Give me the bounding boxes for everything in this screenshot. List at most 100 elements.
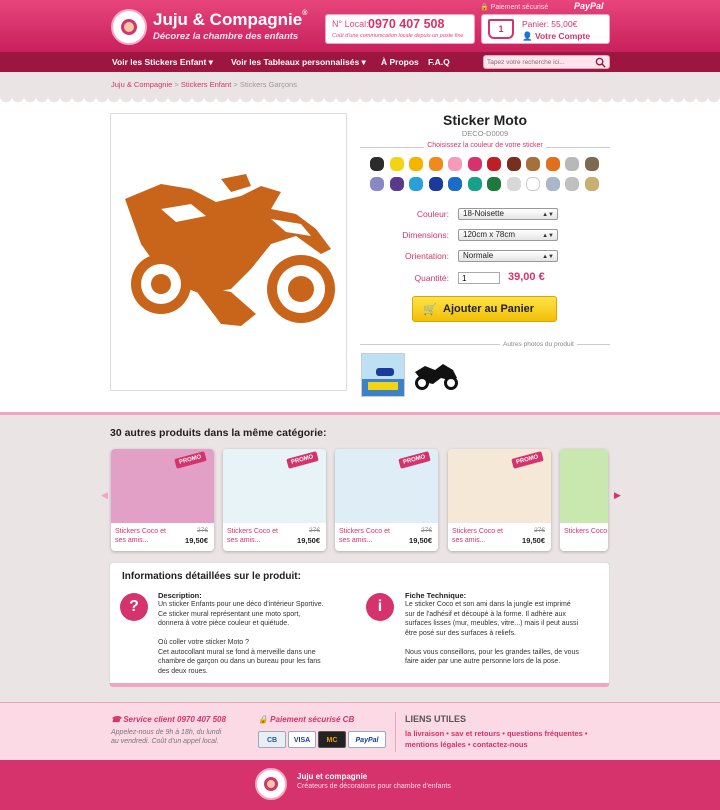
logo[interactable] — [111, 9, 147, 45]
add-to-cart-button[interactable]: 🛒 Ajouter au Panier — [412, 296, 557, 322]
thumbnail-moto-black[interactable] — [413, 358, 459, 392]
product-card-name[interactable]: Stickers Coco et ses amis... — [115, 527, 175, 545]
brand-name-text: Juju & Compagnie — [153, 10, 303, 29]
breadcrumb-sep: > — [231, 80, 240, 89]
phone-number[interactable]: 0970 407 508 — [368, 17, 444, 31]
cart-widget[interactable]: 1 Panier: 55,00€ 👤 Votre Compte — [481, 14, 610, 44]
cart-icon[interactable]: 1 — [488, 19, 514, 39]
nav-faq[interactable]: F.A.Q — [428, 57, 450, 67]
product-card[interactable]: PROMO Stickers Coco et ses amis... 27€ 1… — [111, 449, 214, 551]
product-card-name[interactable]: Stickers Coco et ses amis... — [339, 527, 399, 545]
product-card-price: 19,50€ — [297, 536, 320, 545]
product-card-name[interactable]: Stickers Coco et ses amis... — [452, 527, 512, 545]
product-card[interactable]: Stickers Coco — [560, 449, 608, 551]
breadcrumb-band — [0, 72, 720, 98]
product-ref: DECO-D0009 — [461, 129, 509, 138]
thumbnail-moto-mark — [376, 368, 394, 376]
product-card-name[interactable]: Stickers Coco — [564, 527, 608, 536]
account-link[interactable]: 👤 Votre Compte — [522, 31, 590, 42]
description-heading: Description: — [158, 591, 202, 600]
thumbnail-room[interactable] — [361, 353, 405, 397]
cart-icon: 🛒 — [423, 304, 437, 316]
color-swatch[interactable] — [506, 157, 521, 171]
product-price: 39,00 € — [508, 271, 545, 283]
color-swatch[interactable] — [565, 157, 579, 171]
color-swatch[interactable] — [584, 177, 599, 191]
product-card-old-price: 27€ — [309, 527, 320, 534]
chevron-updown-icon: ▲▼ — [542, 254, 554, 260]
product-card-price: 19,50€ — [522, 536, 545, 545]
breadcrumb-current: Stickers Garçons — [239, 80, 297, 89]
details-panel: Informations détaillées sur le produit: … — [109, 562, 610, 687]
paypal-icon: PayPal — [348, 731, 386, 748]
breadcrumb-stickers[interactable]: Stickers Enfant — [181, 80, 231, 89]
color-swatch[interactable] — [487, 157, 501, 171]
select-dimensions[interactable]: 120cm x 78cm ▲▼ — [458, 229, 558, 241]
product-card-price: 19,50€ — [409, 536, 432, 545]
color-swatch[interactable] — [448, 157, 462, 171]
mastercard-icon: MC — [318, 731, 346, 748]
color-swatch[interactable] — [389, 157, 404, 171]
tech-sheet-heading: Fiche Technique: — [405, 591, 467, 600]
product-card[interactable]: PROMO Stickers Coco et ses amis... 27€ 1… — [335, 449, 438, 551]
breadcrumb-sep: > — [172, 80, 181, 89]
brand-tagline: Décorez la chambre des enfants — [153, 31, 299, 42]
carousel-prev-icon[interactable]: ◀ — [101, 490, 108, 501]
nav-a-propos[interactable]: À Propos — [381, 57, 419, 67]
color-swatch[interactable] — [370, 177, 384, 191]
search-icon[interactable] — [595, 57, 606, 68]
customer-service-text: Appelez-nous de 9h à 18h, du lundi au ve… — [111, 729, 222, 745]
nav-tableaux[interactable]: Voir les Tableaux personnalisés ▾ — [231, 57, 366, 68]
color-swatch[interactable] — [467, 177, 482, 191]
product-card[interactable]: PROMO Stickers Coco et ses amis... 27€ 1… — [223, 449, 326, 551]
option-label-dimensions: Dimensions: — [402, 230, 449, 240]
color-swatch[interactable] — [526, 177, 540, 191]
search-box — [483, 55, 610, 69]
color-swatch[interactable] — [545, 157, 560, 171]
color-swatch[interactable] — [448, 177, 462, 191]
color-swatch[interactable] — [584, 157, 599, 171]
chevron-updown-icon: ▲▼ — [542, 233, 554, 239]
select-couleur-value: 18-Noisette — [463, 209, 504, 218]
color-swatch[interactable] — [487, 177, 501, 191]
description-text: Un sticker Enfants pour une déco d'intér… — [158, 601, 324, 675]
carousel-next-icon[interactable]: ▶ — [614, 490, 621, 501]
product-image[interactable] — [110, 113, 347, 391]
other-photos-label: Autres photos du produit — [500, 341, 577, 348]
select-couleur[interactable]: 18-Noisette ▲▼ — [458, 208, 558, 220]
footer-brand: Juju et compagnie — [297, 772, 368, 781]
quantity-input[interactable] — [458, 272, 500, 284]
chevron-updown-icon: ▲▼ — [542, 212, 554, 218]
cart-total[interactable]: Panier: 55,00€ — [522, 19, 577, 29]
color-swatch[interactable] — [409, 177, 423, 191]
color-swatch[interactable] — [565, 177, 579, 191]
breadcrumb-home[interactable]: Juju & Compagnie — [111, 80, 172, 89]
product-card[interactable]: PROMO Stickers Coco et ses amis... 27€ 1… — [448, 449, 551, 551]
question-icon: ? — [120, 593, 148, 621]
info-icon: i — [366, 593, 394, 621]
color-swatch[interactable] — [389, 177, 404, 191]
useful-links[interactable]: la livraison • sav et retours • question… — [405, 728, 615, 750]
motorcycle-image — [125, 174, 335, 326]
select-orientation[interactable]: Normale ▲▼ — [458, 250, 558, 262]
color-swatch[interactable] — [409, 157, 423, 171]
option-label-couleur: Couleur: — [416, 209, 449, 219]
color-swatch[interactable] — [526, 157, 540, 171]
color-swatch[interactable] — [428, 157, 443, 171]
color-swatch[interactable] — [506, 177, 521, 191]
add-to-cart-label: Ajouter au Panier — [443, 303, 535, 315]
footer-logo[interactable] — [255, 768, 287, 800]
brand-name[interactable]: Juju & Compagnie® — [153, 10, 307, 30]
logo-face-icon — [121, 19, 137, 35]
color-swatch[interactable] — [428, 177, 443, 191]
color-swatch[interactable] — [545, 177, 560, 191]
color-swatch[interactable] — [370, 157, 384, 171]
color-swatch[interactable] — [467, 157, 482, 171]
catalog-title: 30 autres produits dans la même catégori… — [110, 427, 327, 439]
product-card-name[interactable]: Stickers Coco et ses amis... — [227, 527, 287, 545]
product-card-price: 19,50€ — [185, 536, 208, 545]
paypal-logo: PayPal — [574, 1, 604, 11]
product-title: Sticker Moto — [442, 112, 527, 128]
nav-stickers-enfant[interactable]: Voir les Stickers Enfant ▾ — [112, 57, 213, 68]
search-input[interactable] — [487, 57, 587, 67]
